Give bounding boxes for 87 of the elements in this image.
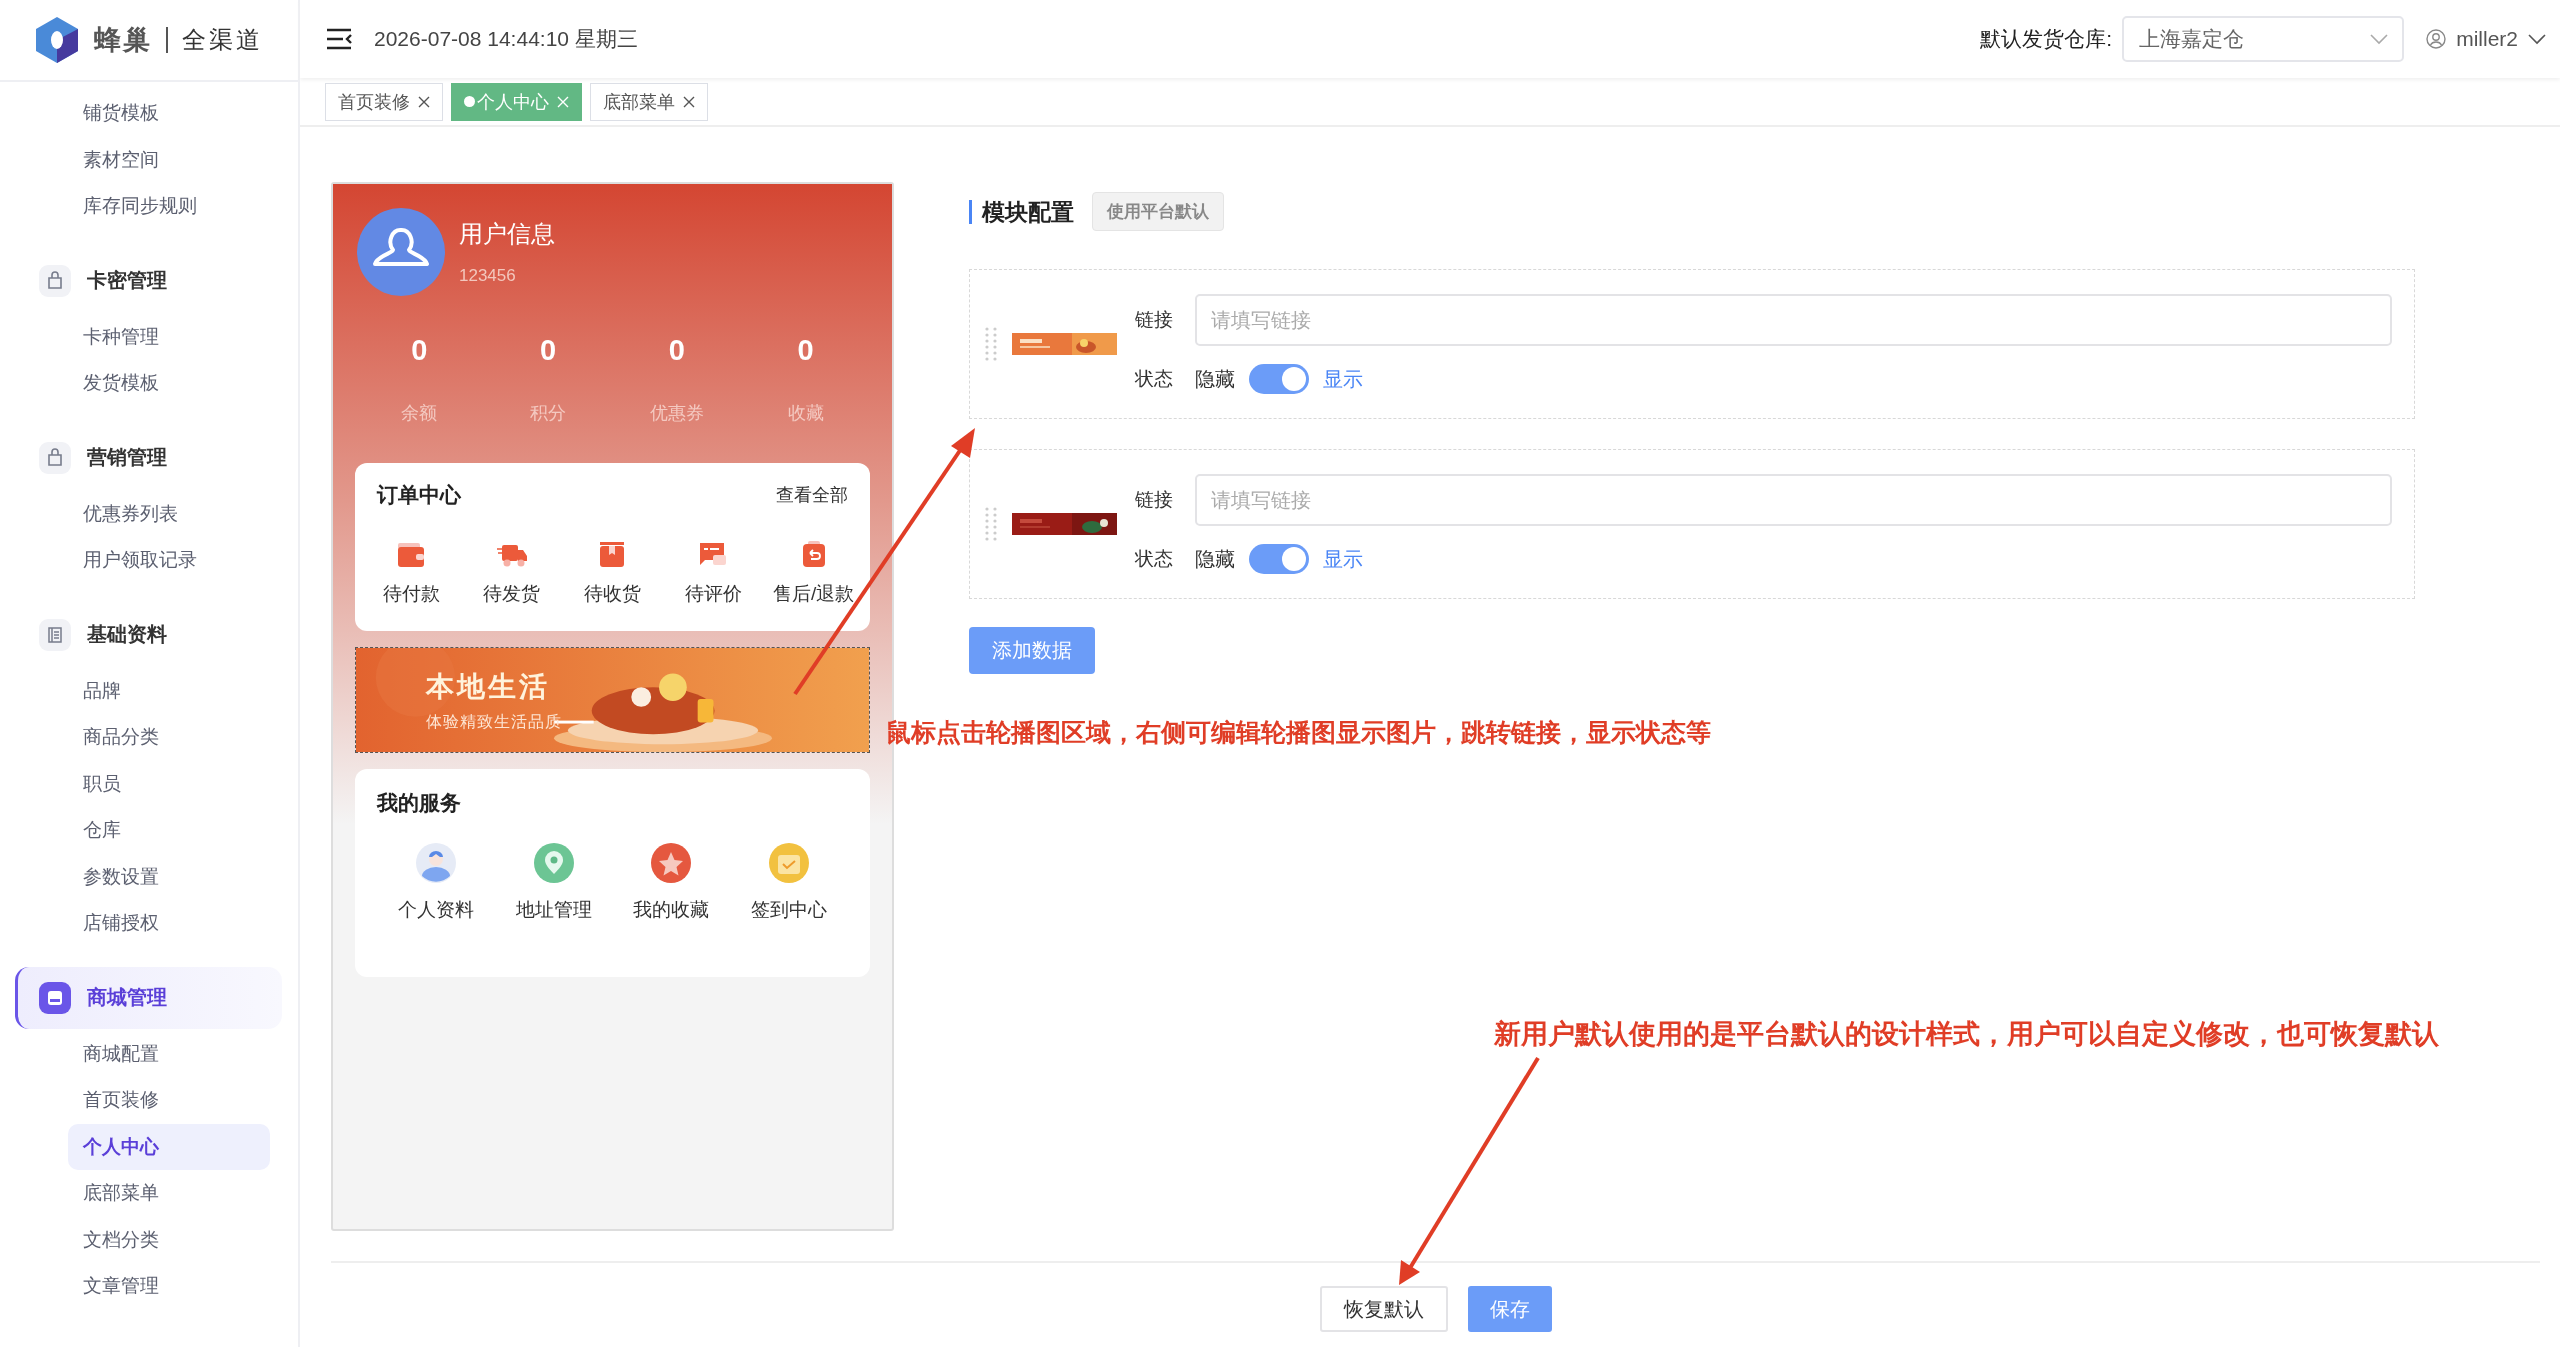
stat-value: 0: [411, 334, 428, 367]
field-label: 链接: [1135, 308, 1174, 332]
sidebar-section[interactable]: 营销管理: [15, 426, 282, 489]
sidebar-item[interactable]: 优惠券列表: [0, 490, 298, 537]
sidebar-item[interactable]: 卡种管理: [0, 313, 298, 360]
restore-default-button[interactable]: 恢复默认: [1319, 1286, 1448, 1332]
calendar-check-icon: [769, 843, 810, 883]
page-tab[interactable]: 底部菜单: [590, 82, 708, 121]
section-title: 模块配置: [969, 199, 1074, 224]
sidebar-item[interactable]: 文章管理: [0, 1263, 298, 1310]
toggle-on-label: 显示: [1323, 366, 1363, 392]
datetime: 2026-07-08 14:44:10 星期三: [374, 26, 639, 52]
chevron-down-icon: [2370, 33, 2389, 45]
sidebar-item[interactable]: 店铺授权: [0, 900, 298, 947]
sidebar-section[interactable]: 基础资料: [15, 603, 282, 666]
sidebar-item[interactable]: 仓库: [0, 807, 298, 854]
close-icon[interactable]: [683, 95, 695, 108]
avatar-icon: [357, 208, 445, 296]
card-title: 我的服务: [377, 791, 461, 814]
order-status-label[interactable]: 待发货: [483, 581, 541, 607]
stat-value: 0: [797, 334, 814, 367]
user-icon: [2426, 29, 2447, 49]
page-tab[interactable]: 首页装修: [325, 82, 443, 121]
user-name: 用户信息: [459, 219, 555, 249]
sidebar-item[interactable]: 发货模板: [0, 360, 298, 407]
sidebar-item[interactable]: 素材空间: [0, 136, 298, 183]
stat-label: 余额: [401, 402, 438, 425]
logo-icon: [34, 16, 80, 64]
field-label: 状态: [1135, 547, 1174, 571]
stat-label: 优惠券: [649, 402, 704, 425]
order-status-label[interactable]: 售后/退款: [773, 581, 855, 607]
close-icon[interactable]: [418, 95, 430, 108]
card-title: 订单中心: [377, 482, 461, 508]
banner-title: 本地生活: [426, 670, 551, 704]
location-pin-icon: [533, 843, 574, 883]
store-icon: [39, 981, 71, 1014]
warehouse-select[interactable]: 上海嘉定仓: [2122, 16, 2405, 62]
user-menu[interactable]: miller2: [2426, 27, 2546, 51]
brand-subtitle: 全渠道: [182, 25, 263, 55]
chevron-down-icon: [2528, 33, 2546, 45]
toggle-off-label: 隐藏: [1195, 366, 1235, 392]
menu-icon[interactable]: [326, 28, 352, 50]
service-label[interactable]: 我的收藏: [633, 897, 710, 923]
link-input[interactable]: 请填写链接: [1195, 474, 2392, 526]
sidebar-item[interactable]: 品牌: [0, 667, 298, 714]
link-input[interactable]: 请填写链接: [1195, 294, 2392, 346]
stat-value: 0: [668, 334, 685, 367]
sidebar-item[interactable]: 文档分类: [0, 1216, 298, 1263]
order-status-label[interactable]: 待评价: [684, 581, 742, 607]
toggle-on-label: 显示: [1323, 546, 1363, 572]
list-icon: [39, 618, 71, 651]
status-dot: [464, 96, 475, 107]
sidebar-item[interactable]: 底部菜单: [0, 1170, 298, 1217]
sidebar-item[interactable]: 商城配置: [0, 1030, 298, 1077]
field-label: 链接: [1135, 488, 1174, 512]
view-all-link[interactable]: 查看全部: [776, 483, 848, 507]
drag-handle-icon[interactable]: [984, 326, 998, 362]
sidebar-item[interactable]: 个人中心: [68, 1123, 270, 1170]
toggle-off-label: 隐藏: [1195, 546, 1235, 572]
person-icon: [415, 843, 456, 883]
sidebar-section[interactable]: 卡密管理: [15, 249, 282, 312]
toggle-switch[interactable]: [1249, 364, 1309, 394]
stat-label: 收藏: [787, 402, 824, 425]
toggle-switch[interactable]: [1249, 544, 1309, 574]
order-status-label[interactable]: 待收货: [584, 581, 641, 607]
service-label[interactable]: 地址管理: [515, 897, 592, 923]
sidebar-section[interactable]: 商城管理: [15, 966, 282, 1029]
sidebar-item[interactable]: 首页装修: [0, 1077, 298, 1124]
sidebar-item[interactable]: 商品分类: [0, 714, 298, 761]
annotation-text: 新用户默认使用的是平台默认的设计样式，用户可以自定义修改，也可恢复默认: [1494, 1018, 2439, 1051]
sidebar-item[interactable]: 用户领取记录: [0, 537, 298, 584]
stat-value: 0: [540, 334, 557, 367]
brand-name: 蜂巢: [94, 24, 152, 57]
service-label[interactable]: 签到中心: [751, 897, 828, 923]
sidebar-item[interactable]: 职员: [0, 760, 298, 807]
service-label[interactable]: 个人资料: [397, 897, 474, 923]
field-label: 状态: [1135, 367, 1174, 391]
user-id: 123456: [459, 266, 517, 286]
drag-handle-icon[interactable]: [984, 506, 998, 542]
stat-label: 积分: [530, 402, 567, 425]
annotation-text: 鼠标点击轮播图区域，右侧可编辑轮播图显示图片，跳转链接，显示状态等: [886, 717, 1711, 748]
sidebar-item[interactable]: 参数设置: [0, 853, 298, 900]
sidebar-item[interactable]: 铺货模板: [0, 90, 298, 137]
order-status-label[interactable]: 待付款: [382, 581, 440, 607]
warehouse-label: 默认发货仓库:: [1980, 26, 2113, 52]
sidebar-item[interactable]: 库存同步规则: [0, 183, 298, 230]
banner-subtitle: 体验精致生活品质: [426, 712, 562, 732]
